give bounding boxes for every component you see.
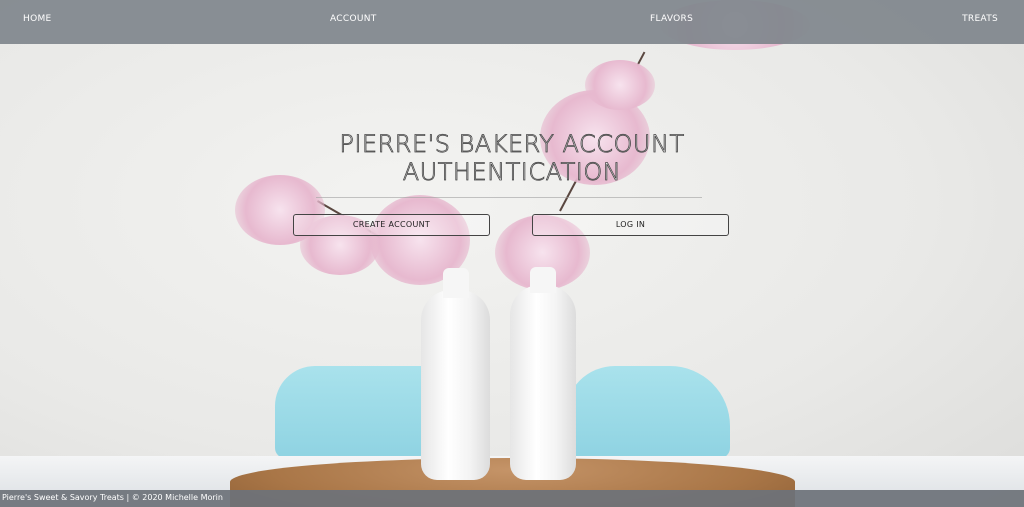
- vase-left: [421, 268, 490, 480]
- nav-treats-link[interactable]: TREATS: [962, 14, 998, 24]
- title-divider: [316, 197, 702, 198]
- nav-flavors-link[interactable]: FLAVORS: [650, 14, 693, 24]
- create-account-button[interactable]: CREATE ACCOUNT: [293, 214, 490, 236]
- chair-right: [565, 366, 730, 458]
- nav-account-link[interactable]: ACCOUNT: [330, 14, 377, 24]
- page-title-line-1: PIERRE'S BAKERY ACCOUNT: [339, 130, 685, 159]
- blossom: [585, 60, 655, 110]
- nav-home-link[interactable]: HOME: [23, 14, 52, 24]
- navbar: HOME ACCOUNT FLAVORS TREATS: [0, 0, 1024, 44]
- page-title: PIERRE'S BAKERY ACCOUNT AUTHENTICATION: [0, 130, 1024, 187]
- vase-right: [510, 267, 576, 480]
- footer-copyright: Pierre's Sweet & Savory Treats | © 2020 …: [2, 493, 223, 502]
- background-photo: [0, 0, 1024, 507]
- footer: Pierre's Sweet & Savory Treats | © 2020 …: [0, 490, 1024, 507]
- log-in-button[interactable]: LOG IN: [532, 214, 729, 236]
- page-title-line-2: AUTHENTICATION: [402, 158, 622, 187]
